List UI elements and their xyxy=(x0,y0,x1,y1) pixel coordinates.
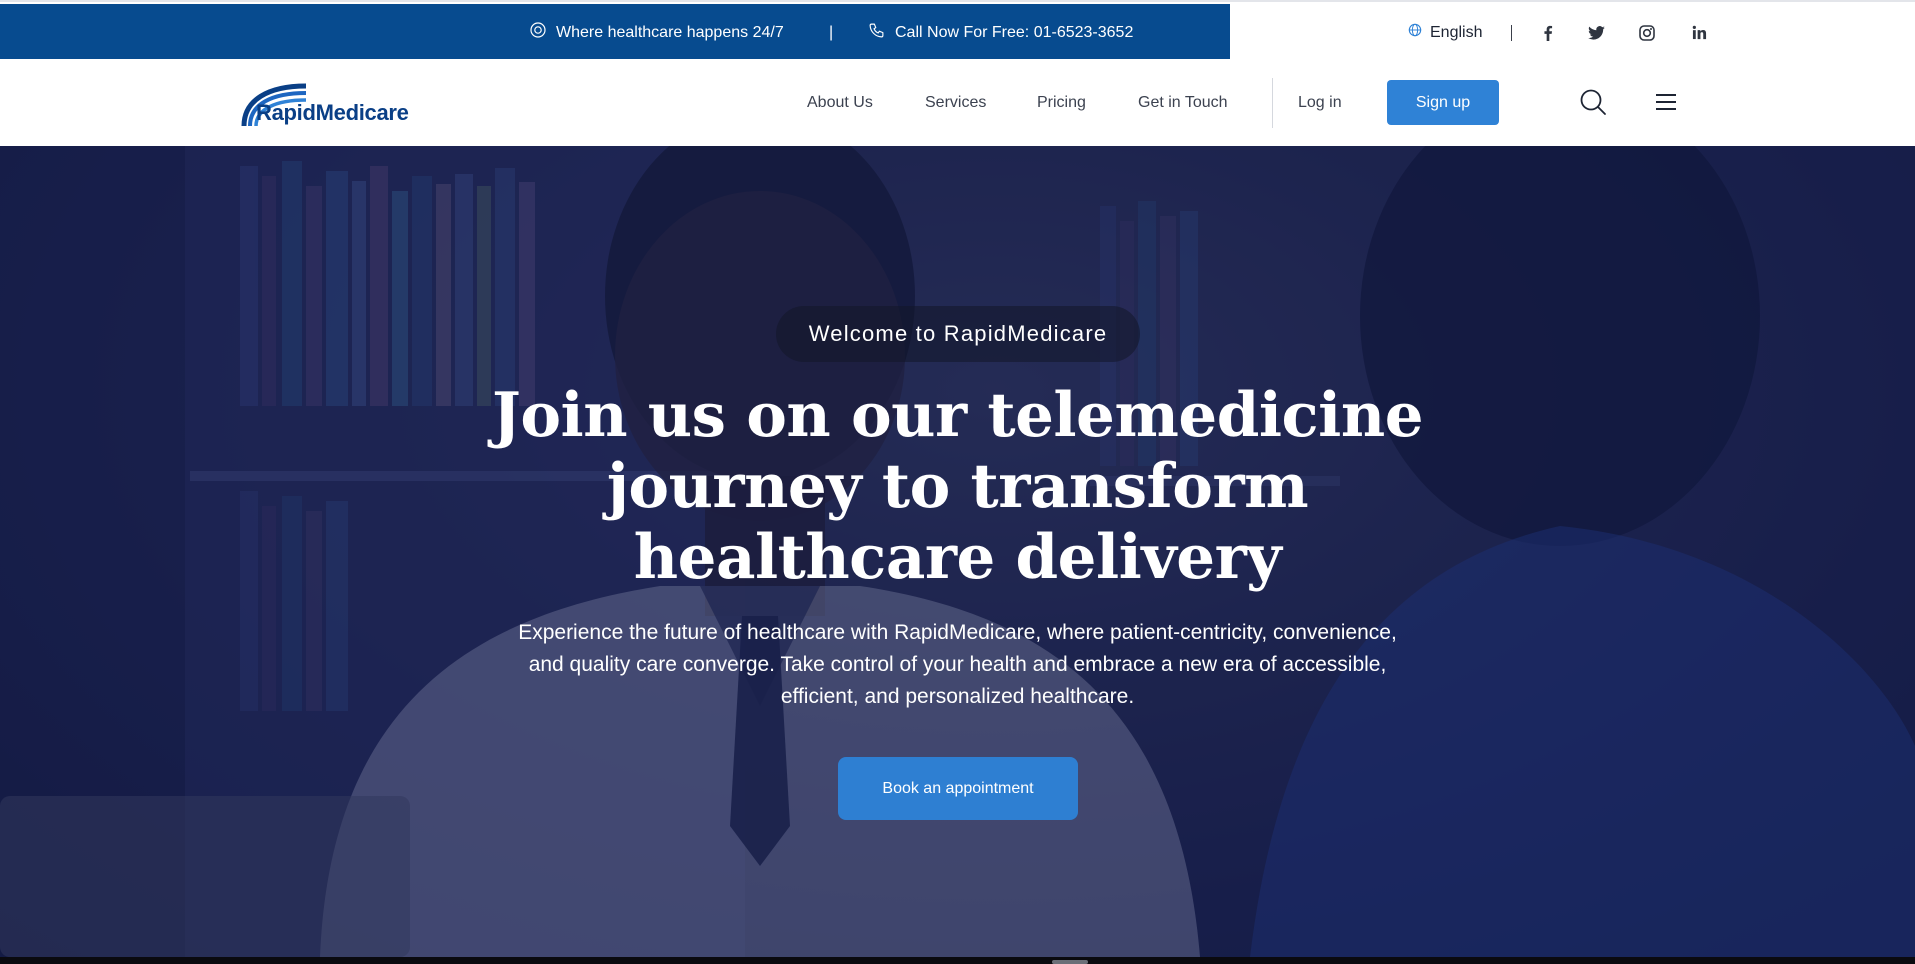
tagline-separator: | xyxy=(829,23,834,41)
nav-link-services[interactable]: Services xyxy=(925,59,986,146)
instagram-icon[interactable] xyxy=(1636,4,1658,61)
bottom-edge xyxy=(0,957,1915,964)
menu-icon[interactable] xyxy=(1651,87,1681,117)
phone-icon xyxy=(868,22,895,44)
tagline-item: Where healthcare happens 24/7 xyxy=(530,4,784,61)
twitter-icon[interactable] xyxy=(1585,4,1607,61)
hero-section: Welcome to RapidMedicare Join us on our … xyxy=(0,146,1915,957)
search-icon[interactable] xyxy=(1578,87,1608,117)
book-appointment-button[interactable]: Book an appointment xyxy=(838,757,1078,820)
nav-link-about-us[interactable]: About Us xyxy=(807,59,873,146)
scroll-indicator xyxy=(1052,960,1088,964)
site-logo[interactable]: RapidMedicare xyxy=(238,76,409,128)
main-navigation: RapidMedicare About Us Services Pricing … xyxy=(0,59,1915,146)
language-label: English xyxy=(1430,23,1483,41)
phone-item[interactable]: Call Now For Free: 01-6523-3652 xyxy=(868,4,1133,61)
language-divider xyxy=(1511,25,1512,41)
nav-link-get-in-touch[interactable]: Get in Touch xyxy=(1138,59,1228,146)
linkedin-icon[interactable] xyxy=(1688,4,1710,61)
signup-button[interactable]: Sign up xyxy=(1387,80,1499,125)
tagline-text: Where healthcare happens 24/7 xyxy=(556,23,784,41)
globe-icon xyxy=(1408,23,1430,42)
login-link[interactable]: Log in xyxy=(1298,59,1342,146)
hero-subtext: Experience the future of healthcare with… xyxy=(518,621,1397,708)
top-info-bar-blue: Where healthcare happens 24/7 | Call Now… xyxy=(0,4,1230,61)
phone-text: Call Now For Free: 01-6523-3652 xyxy=(895,23,1134,41)
top-info-bar: Where healthcare happens 24/7 | Call Now… xyxy=(0,0,1915,61)
nav-divider xyxy=(1272,78,1273,128)
language-selector[interactable]: English xyxy=(1408,4,1482,61)
nav-link-pricing[interactable]: Pricing xyxy=(1037,59,1086,146)
hero-headline: Join us on our telemedicine journey to t… xyxy=(491,380,1424,593)
facebook-icon[interactable] xyxy=(1537,4,1559,61)
logo-text: RapidMedicare xyxy=(256,100,409,125)
clock-icon xyxy=(530,22,556,43)
welcome-badge: Welcome to RapidMedicare xyxy=(776,306,1140,362)
